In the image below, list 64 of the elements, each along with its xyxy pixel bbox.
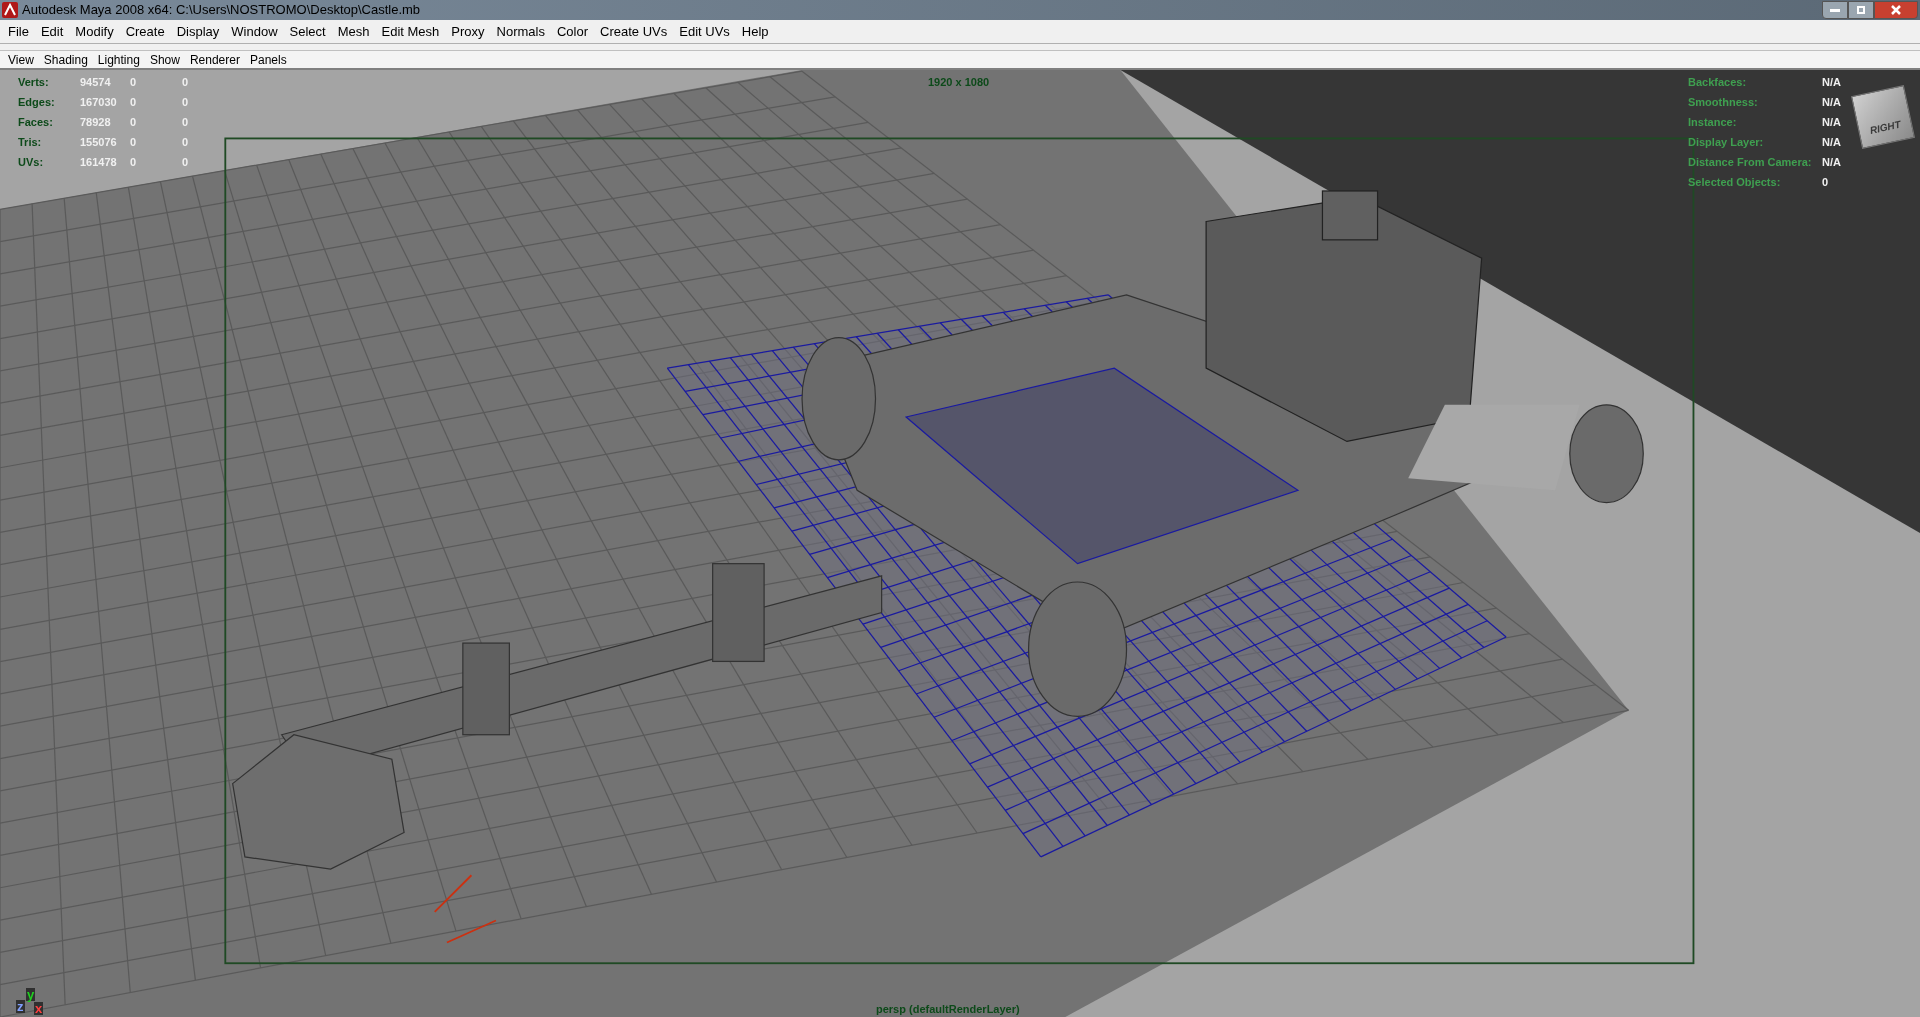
stat-value: 0 xyxy=(130,134,138,150)
panel-menu-item[interactable]: Renderer xyxy=(184,50,245,69)
info-value: N/A xyxy=(1822,94,1841,110)
stat-value: 78928 xyxy=(80,114,112,130)
info-label: Backfaces: xyxy=(1688,74,1748,90)
menu-item[interactable]: Window xyxy=(225,21,284,42)
stat-value: 0 xyxy=(182,154,190,170)
menu-item[interactable]: Edit UVs xyxy=(673,21,736,42)
stat-label: Faces: xyxy=(18,114,54,130)
panel-menu-item[interactable]: Shading xyxy=(38,50,93,69)
axis-label: z xyxy=(16,1000,25,1013)
stat-value: 0 xyxy=(182,74,190,90)
panel-menu-item[interactable]: View xyxy=(3,50,39,69)
stat-value: 0 xyxy=(130,114,138,130)
stat-value: 0 xyxy=(182,114,190,130)
axis-label: x xyxy=(34,1002,44,1015)
info-label: Smoothness: xyxy=(1688,94,1759,110)
menu-item[interactable]: Edit Mesh xyxy=(375,21,446,42)
stat-value: 0 xyxy=(130,154,138,170)
menu-item[interactable]: File xyxy=(2,21,35,42)
menu-item[interactable]: Create UVs xyxy=(594,21,674,42)
stat-value: 94574 xyxy=(80,74,112,90)
stat-value: 0 xyxy=(130,94,138,110)
info-label: Instance: xyxy=(1688,114,1738,130)
resolution-label: 1920 x 1080 xyxy=(928,75,990,90)
menu-item[interactable]: Help xyxy=(735,21,775,42)
window-title: Autodesk Maya 2008 x64: C:\Users\NOSTROMO\Desktop\Castle.mb xyxy=(22,1,421,20)
close-icon xyxy=(1891,5,1901,15)
menu-item[interactable]: Proxy xyxy=(445,21,491,42)
info-label: Display Layer: xyxy=(1688,134,1765,150)
stat-value: 161478 xyxy=(80,154,118,170)
stat-value: 0 xyxy=(130,74,138,90)
close-button[interactable] xyxy=(1874,1,1918,19)
stat-label: Tris: xyxy=(18,134,43,150)
stat-label: Verts: xyxy=(18,74,50,90)
stat-value: 155076 xyxy=(80,134,118,150)
panel-menu-item[interactable]: Lighting xyxy=(92,50,145,69)
info-label: Selected Objects: xyxy=(1688,174,1782,190)
info-value: N/A xyxy=(1822,74,1841,90)
menu-item[interactable]: Modify xyxy=(69,21,120,42)
info-value: N/A xyxy=(1822,114,1841,130)
info-value: 0 xyxy=(1822,174,1829,190)
info-label: Distance From Camera: xyxy=(1688,154,1813,170)
menu-item[interactable]: Select xyxy=(283,21,332,42)
menu-item[interactable]: Color xyxy=(550,21,595,42)
panel-menu-item[interactable]: Show xyxy=(144,50,185,69)
stat-label: Edges: xyxy=(18,94,56,110)
stat-value: 0 xyxy=(182,134,190,150)
info-value: N/A xyxy=(1822,154,1841,170)
menu-item[interactable]: Normals xyxy=(490,21,551,42)
restore-button[interactable] xyxy=(1848,1,1874,19)
menu-item[interactable]: Edit xyxy=(34,21,70,42)
app-logo-icon xyxy=(2,2,18,18)
menu-item[interactable]: Mesh xyxy=(331,21,376,42)
camera-label: persp (defaultRenderLayer) xyxy=(876,1001,1020,1017)
stat-label: UVs: xyxy=(18,154,45,170)
minimize-button[interactable] xyxy=(1822,1,1848,19)
menu-item[interactable]: Display xyxy=(170,21,226,42)
stat-value: 0 xyxy=(182,94,190,110)
info-value: N/A xyxy=(1822,134,1841,150)
axis-label: y xyxy=(26,988,36,1001)
stat-value: 167030 xyxy=(80,94,118,110)
panel-menu-item[interactable]: Panels xyxy=(244,50,292,69)
menu-item[interactable]: Create xyxy=(119,21,171,42)
